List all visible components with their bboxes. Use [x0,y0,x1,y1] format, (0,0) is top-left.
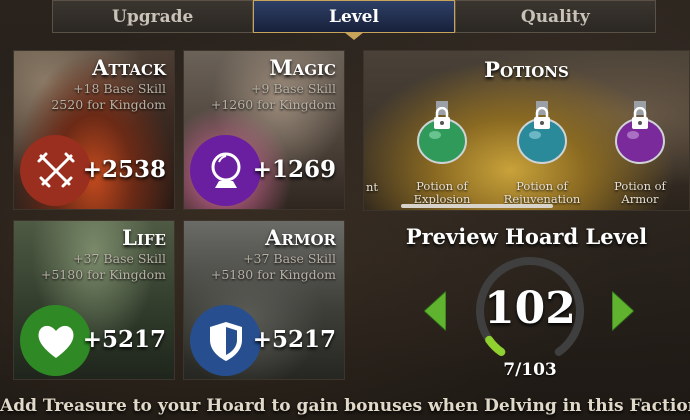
potions-scrollbar[interactable] [401,204,553,208]
preview-progress-text: 7/103 [503,360,557,380]
potion-armor-label: Potion of Armor [595,180,685,206]
potion-explosion-label: Potion of Explosion [397,180,487,206]
magic-badge [190,135,261,206]
potion-cut-label: nt [366,180,379,194]
potion-explosion[interactable]: Potion of Explosion [407,91,477,206]
tab-bar: Upgrade Level Quality [52,0,656,40]
lock-icon [534,107,550,129]
tab-quality-label: Quality [520,6,590,27]
tab-quality[interactable]: Quality [454,0,656,33]
tab-level[interactable]: Level [253,0,455,40]
level-decrease-arrow-icon[interactable] [424,291,446,331]
attack-card[interactable]: Attack +18 Base Skill 2520 for Kingdom +… [13,50,175,210]
footer-hint: Add Treasure to your Hoard to gain bonus… [0,396,690,416]
magic-base-skill: +9 Base Skill [251,81,336,96]
crossed-swords-icon [37,152,74,187]
shield-icon [209,321,242,361]
life-card[interactable]: Life +37 Base Skill +5180 for Kingdom +5… [13,220,175,380]
magic-title: Magic [269,55,336,80]
armor-badge [190,305,261,376]
level-increase-arrow-icon[interactable] [612,291,634,331]
lock-icon [632,107,648,129]
armor-bonus: +5217 [252,326,336,353]
potion-flask-icon [615,101,665,164]
tab-level-label: Level [329,6,379,27]
potion-armor-label-line2: Armor [621,192,659,206]
life-title: Life [122,225,166,250]
armor-title: Armor [265,225,336,250]
potion-flask-icon [517,101,567,164]
potion-rejuvenation[interactable]: Potion of Rejuvenation [504,91,580,206]
tab-active-marker [343,32,364,40]
attack-bonus: +2538 [82,156,166,183]
potions-title: Potions [484,57,569,82]
magic-card[interactable]: Magic +9 Base Skill +1260 for Kingdom +1… [183,50,345,210]
life-bonus: +5217 [82,326,166,353]
lock-icon [434,107,450,129]
preview-level-value: 102 [484,283,576,334]
armor-card[interactable]: Armor +37 Base Skill +5180 for Kingdom +… [183,220,345,380]
potion-rejuvenation-label: Potion of Rejuvenation [497,180,587,206]
attack-kingdom: 2520 for Kingdom [51,97,166,112]
attack-base-skill: +18 Base Skill [73,81,166,96]
tab-upgrade[interactable]: Upgrade [52,0,254,33]
gauge-fill [485,335,506,356]
armor-kingdom: +5180 for Kingdom [210,267,336,282]
potion-flask-icon [417,101,467,164]
crystal-ball-icon [211,152,240,188]
life-badge [20,305,91,376]
game-screen: Upgrade Level Quality Attack +18 Base Sk… [0,0,690,420]
life-base-skill: +37 Base Skill [73,251,166,266]
potions-panel[interactable]: Potions nt Potion of Explosion Potion of… [363,50,690,211]
preview-title: Preview Hoard Level [405,224,648,249]
attack-title: Attack [92,55,166,80]
attack-badge [20,135,91,206]
armor-base-skill: +37 Base Skill [243,251,336,266]
tab-upgrade-label: Upgrade [112,6,194,27]
magic-bonus: +1269 [252,156,336,183]
potion-armor[interactable]: Potion of Armor [605,91,675,206]
heart-icon [38,325,73,358]
magic-kingdom: +1260 for Kingdom [210,97,336,112]
life-kingdom: +5180 for Kingdom [40,267,166,282]
